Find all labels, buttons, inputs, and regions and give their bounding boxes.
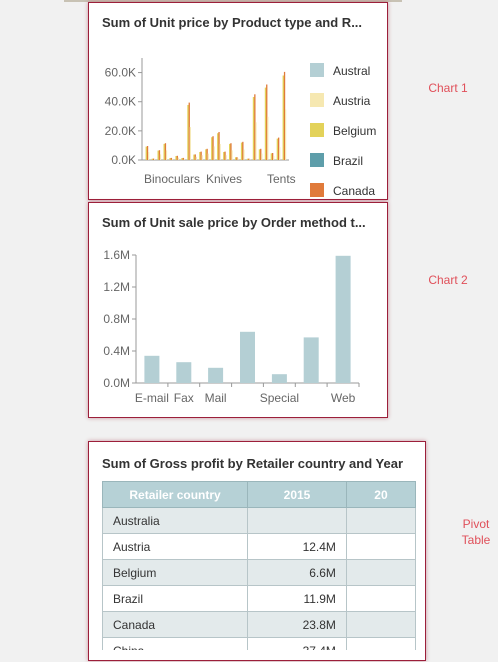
table-row[interactable]: China37.4M	[101, 637, 416, 650]
table-row[interactable]: Canada 23.8M	[101, 611, 416, 638]
table-row[interactable]: Brazil 11.9M	[101, 585, 416, 612]
y-tick-label: 0.4M	[103, 344, 130, 358]
bar	[183, 158, 185, 160]
row-value-next-year	[345, 533, 416, 560]
x-tick-label: E-mail	[135, 391, 169, 405]
bar	[201, 155, 203, 160]
row-value-next-year	[345, 637, 416, 650]
row-country: Brazil	[101, 585, 249, 612]
row-country: China	[101, 637, 249, 650]
row-country: Australia	[101, 507, 249, 534]
row-value-2015: 23.8M	[247, 611, 347, 638]
legend-label: Brazil	[333, 154, 363, 168]
row-value-2015: 37.4M	[247, 637, 347, 650]
bar	[219, 144, 221, 160]
chart1-card[interactable]: Sum of Unit price by Product type and R.…	[88, 2, 388, 200]
bar	[267, 116, 269, 160]
legend-swatch	[310, 153, 324, 167]
legend-label: Belgium	[333, 124, 376, 138]
column-header-country[interactable]: Retailer country	[101, 481, 249, 508]
table-row[interactable]: Australia	[101, 507, 416, 534]
pivot-header-row: Retailer country 2015 20	[101, 481, 416, 508]
legend-swatch	[310, 123, 324, 137]
pivot-card[interactable]: Sum of Gross profit by Retailer country …	[88, 441, 426, 661]
legend-swatch	[310, 63, 324, 77]
bar	[171, 158, 173, 160]
bar	[285, 109, 287, 160]
row-value-2015: 11.9M	[247, 585, 347, 612]
pivot-body: Australia Austria 12.4M Belgium 6.6M Brazil 11…	[101, 507, 416, 650]
chart2-plot[interactable]: 1.6M 1.2M 0.8M 0.4M 0.0M E-mail Fax Mail Special…	[89, 203, 388, 418]
x-tick-label: Web	[331, 391, 356, 405]
bar	[279, 147, 281, 160]
y-tick-label: 0.0K	[111, 153, 136, 167]
bar	[144, 355, 160, 383]
pivot-table[interactable]: Retailer country 2015 20 Australia Austri…	[101, 481, 416, 650]
bar	[243, 149, 245, 160]
chart1-label: Chart 1	[428, 81, 468, 95]
row-country: Canada	[101, 611, 249, 638]
bar	[240, 331, 255, 383]
table-row[interactable]: Austria 12.4M	[101, 533, 416, 560]
x-tick-label: Tents	[267, 172, 296, 186]
bar	[148, 152, 150, 160]
bar	[231, 150, 233, 160]
bar	[252, 97, 255, 160]
row-value-next-year	[345, 559, 416, 586]
y-tick-label: 40.0K	[105, 95, 136, 109]
bar	[271, 374, 287, 383]
bar	[181, 158, 183, 160]
bar	[177, 157, 179, 160]
x-tick-label: Binoculars	[144, 172, 200, 186]
row-value-next-year	[345, 611, 416, 638]
legend-label: Canada	[333, 184, 375, 198]
bar	[195, 156, 197, 160]
bar	[237, 158, 239, 160]
pivot-label: Pivot Table	[461, 517, 491, 547]
bar	[207, 153, 209, 160]
y-tick-label: 60.0K	[105, 66, 136, 80]
bar	[154, 159, 156, 160]
bar	[335, 255, 351, 383]
bar	[165, 150, 168, 160]
x-tick-label: Special	[260, 391, 299, 405]
column-header-2015[interactable]: 2015	[247, 481, 347, 508]
column-header-next-year[interactable]: 20	[345, 481, 416, 508]
chart1-plot[interactable]: 60.0K 40.0K 20.0K 0.0K Binoculars Knives Tents…	[89, 3, 388, 200]
legend-label: Austria	[333, 94, 371, 108]
row-value-2015: 6.6M	[247, 559, 347, 586]
legend-label: Austral	[333, 64, 370, 78]
x-tick-label: Knives	[206, 172, 242, 186]
chart2-card[interactable]: Sum of Unit sale price by Order method t…	[88, 202, 388, 418]
legend-swatch	[310, 93, 324, 107]
x-tick-label: Mail	[205, 391, 227, 405]
bar	[249, 159, 251, 160]
bar	[225, 155, 227, 160]
bar	[261, 153, 263, 160]
bar	[189, 127, 191, 160]
row-country: Austria	[101, 533, 249, 560]
row-value-2015	[247, 507, 347, 534]
y-tick-label: 1.6M	[103, 248, 130, 262]
x-tick-label: Fax	[174, 391, 194, 405]
bar	[176, 362, 192, 383]
y-tick-label: 0.8M	[103, 312, 130, 326]
y-tick-label: 0.0M	[103, 376, 130, 390]
bar	[303, 337, 319, 383]
bar	[273, 156, 275, 160]
bar	[213, 146, 215, 160]
pivot-viewport[interactable]: Retailer country 2015 20 Australia Austri…	[89, 442, 416, 650]
row-value-next-year	[345, 507, 416, 534]
y-tick-label: 1.2M	[103, 280, 130, 294]
row-value-2015: 12.4M	[247, 533, 347, 560]
row-value-next-year	[345, 585, 416, 612]
bar	[159, 154, 162, 160]
table-row[interactable]: Belgium 6.6M	[101, 559, 416, 586]
legend-swatch	[310, 183, 324, 197]
bar	[255, 122, 257, 160]
chart2-label: Chart 2	[428, 273, 468, 287]
bar	[208, 367, 224, 383]
row-country: Belgium	[101, 559, 249, 586]
y-tick-label: 20.0K	[105, 124, 136, 138]
